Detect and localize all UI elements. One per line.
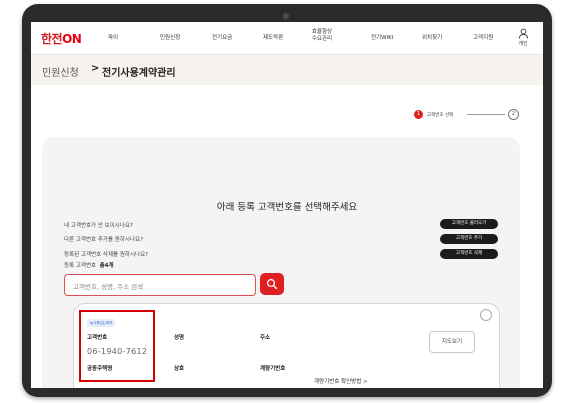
load-number-button[interactable]: 고객번호 불러오기 <box>440 219 498 229</box>
map-view-button[interactable]: 지도보기 <box>429 331 475 353</box>
search-icon <box>266 278 278 290</box>
breadcrumb-parent[interactable]: 민원신청 <box>42 64 79 79</box>
registered-count-label: 등록 고객번호 총4개 <box>64 261 114 269</box>
question-add-number: 다른 고객번호 추가를 원하시나요? <box>64 237 144 243</box>
nav-item-wiki[interactable]: 전기WIKI <box>371 33 393 41</box>
nav-item-support[interactable]: 고객지원 <box>473 33 493 41</box>
nav-item-civil-request[interactable]: 민원신청 <box>160 33 180 41</box>
meter-check-link[interactable]: 계량기번호 확인방법 > <box>314 377 368 385</box>
nav-item-efficiency[interactable]: 효율향상 수요관리 <box>307 29 337 43</box>
page-title-band: 민원신청 > 전기사용계약관리 <box>31 55 543 85</box>
top-navigation: 한전ON 파이 민원신청 전기요금 제도락판 효율향상 수요관리 전기WIKI … <box>31 22 543 55</box>
meter-number-label: 계량기번호 <box>260 366 286 372</box>
user-label: 개인 <box>518 41 528 47</box>
question-missing-number: 내 고객번호가 안 보이시나요? <box>64 223 133 229</box>
page-title: 전기사용계약관리 <box>102 68 176 79</box>
step-connector <box>467 114 505 115</box>
registered-count: 총4개 <box>99 263 114 269</box>
registered-label-text: 등록 고객번호 <box>64 263 97 269</box>
question-delete-number: 등록된 고객번호 삭제를 원하시나요? <box>64 252 149 258</box>
step-1-label: 고객번호 선택 <box>427 113 454 118</box>
step-1-indicator: 1 <box>414 110 423 119</box>
breadcrumb-separator: > <box>91 63 100 74</box>
select-radio[interactable] <box>480 309 492 321</box>
nav-item-system[interactable]: 제도락판 <box>263 33 283 41</box>
add-number-button[interactable]: 고객번호 추가 <box>440 234 498 244</box>
nav-item-electric-rate[interactable]: 전기요금 <box>212 33 232 41</box>
search-placeholder: 고객번호, 성명, 주소 검색 <box>73 283 144 291</box>
nav-efficiency-line2: 수요관리 <box>311 36 333 42</box>
section-title: 아래 등록 고객번호를 선택해주세요 <box>216 202 358 213</box>
name-label: 성명 <box>174 335 185 341</box>
search-button[interactable] <box>260 273 284 295</box>
user-icon <box>518 28 528 39</box>
step-2-indicator: 2 <box>508 109 519 120</box>
tablet-camera <box>283 13 289 19</box>
browser-screen: 한전ON 파이 민원신청 전기요금 제도락판 효율향상 수요관리 전기WIKI … <box>31 22 543 388</box>
kepco-on-logo[interactable]: 한전ON <box>41 30 82 47</box>
delete-number-button[interactable]: 고객번호 삭제 <box>440 249 498 259</box>
nav-item-location[interactable]: 위치찾기 <box>422 33 442 41</box>
nav-item-1[interactable]: 파이 <box>108 33 118 41</box>
business-name-label: 상호 <box>174 366 185 372</box>
user-menu[interactable]: 개인 <box>513 28 533 47</box>
nav-efficiency-line1: 효율향상 <box>311 29 333 35</box>
search-input[interactable]: 고객번호, 성명, 주소 검색 <box>64 274 256 296</box>
highlight-box <box>79 310 155 382</box>
address-label: 주소 <box>260 335 271 341</box>
